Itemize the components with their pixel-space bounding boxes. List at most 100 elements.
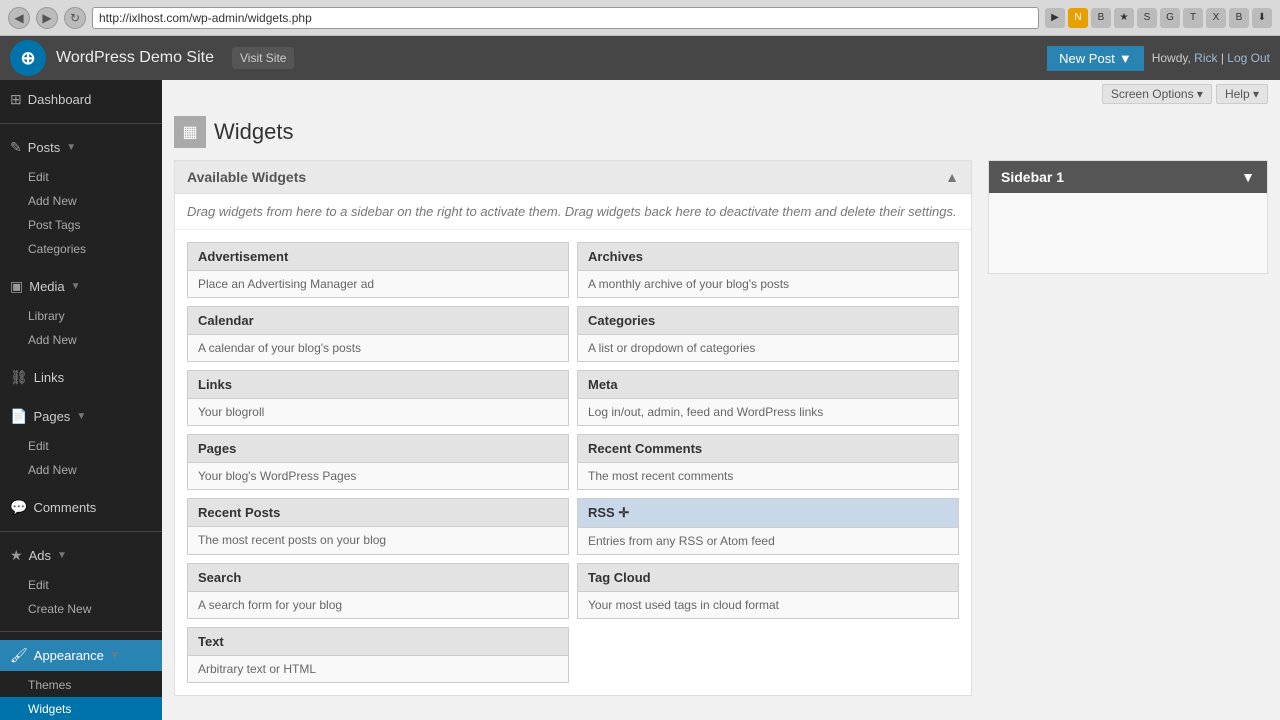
browser-bar: ◀ ▶ ↻ http://ixlhost.com/wp-admin/widget… — [0, 0, 1280, 36]
widget-rss[interactable]: RSS ✛ Entries from any RSS or Atom feed — [577, 498, 959, 555]
sidebar-sub-widgets[interactable]: Widgets — [0, 697, 162, 720]
widget-meta-desc: Log in/out, admin, feed and WordPress li… — [578, 399, 958, 425]
browser-icon-8[interactable]: X — [1206, 8, 1226, 28]
browser-icon-5[interactable]: S — [1137, 8, 1157, 28]
sidebar-sub-posts-tags[interactable]: Post Tags — [0, 213, 162, 237]
sidebar-item-label-posts: Posts — [28, 140, 61, 155]
sidebar-item-label-dashboard: Dashboard — [28, 92, 92, 107]
pages-toggle-icon: ▼ — [76, 411, 86, 422]
posts-toggle-icon: ▼ — [66, 142, 76, 153]
widget-pages-desc: Your blog's WordPress Pages — [188, 463, 568, 489]
posts-icon: ✎ — [10, 139, 22, 156]
back-button[interactable]: ◀ — [8, 7, 30, 29]
widget-categories[interactable]: Categories A list or dropdown of categor… — [577, 306, 959, 362]
sidebar1-body — [989, 193, 1267, 273]
widget-search[interactable]: Search A search form for your blog — [187, 563, 569, 619]
widget-rss-header: RSS ✛ — [578, 499, 958, 528]
address-bar[interactable]: http://ixlhost.com/wp-admin/widgets.php — [92, 7, 1039, 29]
sidebar-item-appearance[interactable]: 🖌 Appearance ▼ — [0, 640, 162, 671]
browser-icon-6[interactable]: G — [1160, 8, 1180, 28]
sidebar-item-label-links: Links — [34, 370, 64, 385]
sidebar-item-comments[interactable]: 💬 Comments — [0, 492, 162, 523]
widget-calendar[interactable]: Calendar A calendar of your blog's posts — [187, 306, 569, 362]
user-link[interactable]: Rick — [1194, 51, 1217, 65]
dashboard-icon: ⊞ — [10, 91, 22, 108]
page-header: ▦ Widgets — [162, 108, 1280, 152]
sidebar-section-media: ▣ Media ▼ Library Add New — [0, 267, 162, 358]
admin-bar-right: New Post ▼ Howdy, Rick | Log Out — [1047, 46, 1270, 71]
widget-advertisement[interactable]: Advertisement Place an Advertising Manag… — [187, 242, 569, 298]
sidebar-sub-posts-categories[interactable]: Categories — [0, 237, 162, 261]
browser-icon-3[interactable]: B — [1091, 8, 1111, 28]
sidebar-item-links[interactable]: ⛓ Links — [0, 362, 162, 393]
browser-icon-9[interactable]: B — [1229, 8, 1249, 28]
sidebar-sub-media-add-new[interactable]: Add New — [0, 328, 162, 352]
browser-toolbar: ▶ N B ★ S G T X B ⬇ — [1045, 8, 1272, 28]
sidebar-section-appearance: 🖌 Appearance ▼ Themes Widgets Editor Add… — [0, 636, 162, 720]
forward-button[interactable]: ▶ — [36, 7, 58, 29]
sidebar-item-label-ads: Ads — [29, 548, 51, 563]
logout-link[interactable]: Log Out — [1227, 51, 1270, 65]
widget-recent-posts[interactable]: Recent Posts The most recent posts on yo… — [187, 498, 569, 555]
sidebar-item-pages[interactable]: 📄 Pages ▼ — [0, 401, 162, 432]
sidebar-divider-1 — [0, 123, 162, 124]
sidebar-sub-media-library[interactable]: Library — [0, 304, 162, 328]
browser-icon-4[interactable]: ★ — [1114, 8, 1134, 28]
browser-icon-2[interactable]: N — [1068, 8, 1088, 28]
screen-options-button[interactable]: Screen Options ▾ — [1102, 84, 1212, 104]
sidebar-item-ads[interactable]: ★ Ads ▼ — [0, 540, 162, 571]
sidebar-sub-pages-edit[interactable]: Edit — [0, 434, 162, 458]
sidebar-sub-posts-edit[interactable]: Edit — [0, 165, 162, 189]
widget-recent-comments[interactable]: Recent Comments The most recent comments — [577, 434, 959, 490]
sidebar-sub-themes[interactable]: Themes — [0, 673, 162, 697]
wp-layout: ⊞ Dashboard ✎ Posts ▼ Edit Add New Post … — [0, 80, 1280, 720]
ads-icon: ★ — [10, 547, 23, 564]
sidebar-item-dashboard[interactable]: ⊞ Dashboard — [0, 84, 162, 115]
sidebar-sub-ads-edit[interactable]: Edit — [0, 573, 162, 597]
posts-submenu: Edit Add New Post Tags Categories — [0, 163, 162, 263]
media-submenu: Library Add New — [0, 302, 162, 354]
widget-advertisement-desc: Place an Advertising Manager ad — [188, 271, 568, 297]
sidebar-sub-ads-create-new[interactable]: Create New — [0, 597, 162, 621]
widget-calendar-desc: A calendar of your blog's posts — [188, 335, 568, 361]
widget-recent-comments-header: Recent Comments — [578, 435, 958, 463]
appearance-submenu: Themes Widgets Editor Add New Themes Cus… — [0, 671, 162, 720]
browser-icon-7[interactable]: T — [1183, 8, 1203, 28]
widgets-grid: Advertisement Place an Advertising Manag… — [175, 230, 971, 695]
available-widgets-close-icon[interactable]: ▲ — [945, 169, 959, 185]
sidebar-item-label-media: Media — [29, 279, 64, 294]
page-icon: ▦ — [174, 116, 206, 148]
widget-text[interactable]: Text Arbitrary text or HTML — [187, 627, 569, 683]
new-post-button[interactable]: New Post ▼ — [1047, 46, 1144, 71]
widget-text-header: Text — [188, 628, 568, 656]
sidebar-sub-pages-add-new[interactable]: Add New — [0, 458, 162, 482]
sidebar1-header[interactable]: Sidebar 1 ▼ — [989, 161, 1267, 193]
widget-archives[interactable]: Archives A monthly archive of your blog'… — [577, 242, 959, 298]
sidebar-divider-3 — [0, 631, 162, 632]
widget-categories-header: Categories — [578, 307, 958, 335]
appearance-icon: 🖌 — [10, 647, 28, 664]
sidebar-section-ads: ★ Ads ▼ Edit Create New — [0, 536, 162, 627]
browser-icon-10[interactable]: ⬇ — [1252, 8, 1272, 28]
browser-icon-1[interactable]: ▶ — [1045, 8, 1065, 28]
widgets-description: Drag widgets from here to a sidebar on t… — [175, 194, 971, 230]
sidebar-item-posts[interactable]: ✎ Posts ▼ — [0, 132, 162, 163]
visit-site-button[interactable]: Visit Site — [232, 47, 294, 69]
widget-pages[interactable]: Pages Your blog's WordPress Pages — [187, 434, 569, 490]
widget-recent-comments-desc: The most recent comments — [578, 463, 958, 489]
widget-links[interactable]: Links Your blogroll — [187, 370, 569, 426]
wp-logo[interactable]: ⊕ — [10, 40, 46, 76]
help-button[interactable]: Help ▾ — [1216, 84, 1268, 104]
sidebar-item-label-appearance: Appearance — [34, 648, 104, 663]
refresh-button[interactable]: ↻ — [64, 7, 86, 29]
widget-links-header: Links — [188, 371, 568, 399]
comments-icon: 💬 — [10, 499, 27, 516]
sidebar1-arrow-icon: ▼ — [1241, 169, 1255, 185]
widget-meta[interactable]: Meta Log in/out, admin, feed and WordPre… — [577, 370, 959, 426]
sidebar-item-media[interactable]: ▣ Media ▼ — [0, 271, 162, 302]
sidebar-sub-posts-add-new[interactable]: Add New — [0, 189, 162, 213]
wp-main-content: Screen Options ▾ Help ▾ ▦ Widgets Availa… — [162, 80, 1280, 720]
widget-pages-header: Pages — [188, 435, 568, 463]
widget-tag-cloud[interactable]: Tag Cloud Your most used tags in cloud f… — [577, 563, 959, 619]
available-widgets-header: Available Widgets ▲ — [175, 161, 971, 194]
